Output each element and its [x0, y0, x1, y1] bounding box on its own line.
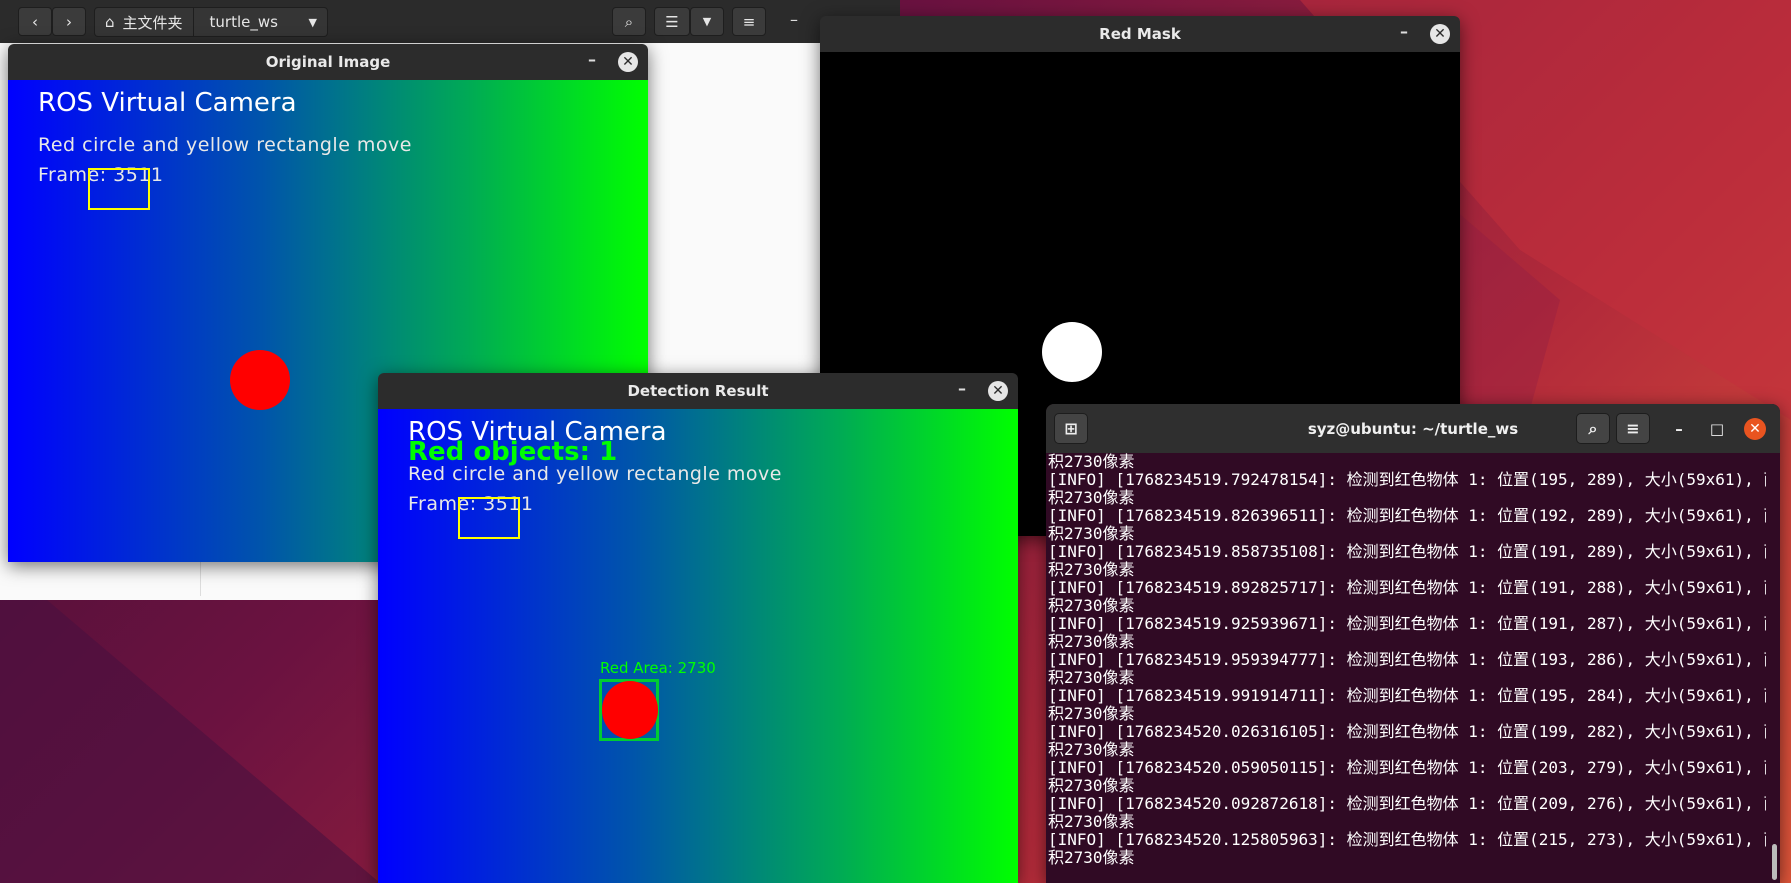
original-titlebar: Original Image – ✕ [8, 44, 648, 80]
terminal-line: [INFO] [1768234520.092872618]: 检测到红色物体 1… [1048, 794, 1766, 813]
close-button[interactable]: ✕ [618, 52, 638, 72]
yellow-rectangle [458, 497, 520, 539]
file-manager-sidebar [10, 560, 201, 596]
dropdown-arrow-icon: ▼ [308, 15, 317, 29]
path-home-button[interactable]: ⌂ 主文件夹 [95, 8, 193, 36]
red-area-label: Red Area: 2730 [600, 659, 716, 677]
terminal-line: 积2730像素 [1048, 812, 1135, 831]
terminal-line: 积2730像素 [1048, 740, 1135, 759]
terminal-line: [INFO] [1768234519.792478154]: 检测到红色物体 1… [1048, 470, 1766, 489]
list-icon: ☰ [665, 12, 679, 31]
maximize-button[interactable]: □ [1706, 418, 1728, 440]
terminal-title: syz@ubuntu: ~/turtle_ws [1307, 419, 1519, 438]
camera-title-text: ROS Virtual Camera [38, 88, 297, 118]
camera-subtitle-text: Red circle and yellow rectangle move [38, 134, 412, 156]
terminal-line: [INFO] [1768234520.026316105]: 检测到红色物体 1… [1048, 722, 1766, 741]
close-button[interactable]: ✕ [988, 381, 1008, 401]
minimize-button[interactable]: – [1668, 418, 1690, 440]
terminal-line: 积2730像素 [1048, 632, 1135, 651]
new-tab-button[interactable]: ⊞ [1054, 413, 1088, 444]
search-icon: ⌕ [1588, 418, 1598, 438]
terminal-line: 积2730像素 [1048, 776, 1135, 795]
terminal-line: 积2730像素 [1048, 453, 1135, 471]
minimize-button[interactable]: – [1394, 24, 1414, 44]
minimize-button[interactable]: – [790, 10, 798, 29]
path-folder-label: turtle_ws [209, 13, 278, 31]
close-button[interactable]: ✕ [1744, 418, 1766, 440]
terminal-line: [INFO] [1768234519.959394777]: 检测到红色物体 1… [1048, 650, 1766, 669]
hamburger-icon: ≡ [742, 12, 756, 31]
red-circle [230, 350, 290, 410]
detection-titlebar: Detection Result – ✕ [378, 373, 1018, 409]
close-icon: ✕ [1749, 421, 1761, 437]
terminal-menu-button[interactable]: ≡ [1616, 413, 1650, 444]
detection-image: ROS Virtual Camera Red objects: 1 Red ci… [378, 409, 1018, 883]
path-folder-button[interactable]: turtle_ws ▼ [192, 8, 327, 36]
window-title: Red Mask [1099, 25, 1181, 43]
terminal-line: 积2730像素 [1048, 488, 1135, 507]
back-button[interactable]: ‹ [18, 7, 52, 36]
window-title: Original Image [265, 53, 391, 71]
forward-button[interactable]: › [52, 7, 86, 36]
terminal-line: [INFO] [1768234519.991914711]: 检测到红色物体 1… [1048, 686, 1766, 705]
path-bar: ⌂ 主文件夹 turtle_ws ▼ [94, 7, 328, 37]
terminal-line: [INFO] [1768234519.858735108]: 检测到红色物体 1… [1048, 542, 1766, 561]
close-icon: ✕ [1434, 26, 1446, 42]
terminal-line: 积2730像素 [1048, 848, 1135, 867]
chevron-right-icon: › [66, 12, 72, 31]
terminal-line: 积2730像素 [1048, 596, 1135, 615]
close-icon: ✕ [622, 54, 634, 70]
menu-button[interactable]: ≡ [732, 7, 766, 36]
terminal-line: 积2730像素 [1048, 560, 1135, 579]
terminal-scrollbar[interactable] [1772, 844, 1777, 880]
search-button[interactable]: ⌕ [612, 7, 646, 36]
mask-blob [1042, 322, 1102, 382]
list-view-button[interactable]: ☰ [654, 7, 690, 36]
window-title: Detection Result [627, 382, 769, 400]
detection-result-window: Detection Result – ✕ ROS Virtual Camera … [378, 373, 1018, 883]
terminal-line: 积2730像素 [1048, 704, 1135, 723]
terminal-line: 积2730像素 [1048, 668, 1135, 687]
yellow-rectangle [88, 168, 150, 210]
camera-subtitle-text: Red circle and yellow rectangle move [408, 463, 782, 485]
view-options-button[interactable]: ▼ [690, 7, 724, 36]
file-manager-headerbar: ‹ › ⌂ 主文件夹 turtle_ws ▼ ⌕ ☰ ▼ ≡ – [0, 0, 900, 43]
terminal-output[interactable]: 积2730像素 [INFO] [1768234519.792478154]: 检测… [1048, 453, 1766, 883]
terminal-line: [INFO] [1768234520.125805963]: 检测到红色物体 1… [1048, 830, 1766, 849]
terminal-search-button[interactable]: ⌕ [1576, 413, 1610, 444]
new-tab-icon: ⊞ [1064, 419, 1078, 438]
terminal-line: [INFO] [1768234519.925939671]: 检测到红色物体 1… [1048, 614, 1766, 633]
hamburger-icon: ≡ [1626, 419, 1640, 438]
chevron-down-icon: ▼ [702, 15, 712, 28]
chevron-left-icon: ‹ [32, 12, 38, 31]
terminal-titlebar: ⊞ syz@ubuntu: ~/turtle_ws ⌕ ≡ – □ ✕ [1046, 404, 1780, 453]
minimize-button[interactable]: – [582, 52, 602, 72]
red-circle [602, 681, 658, 739]
path-home-label: 主文件夹 [122, 13, 183, 32]
close-button[interactable]: ✕ [1430, 24, 1450, 44]
minimize-button[interactable]: – [952, 381, 972, 401]
search-icon: ⌕ [624, 12, 634, 31]
terminal-line: [INFO] [1768234519.892825717]: 检测到红色物体 1… [1048, 578, 1766, 597]
terminal-line: [INFO] [1768234519.826396511]: 检测到红色物体 1… [1048, 506, 1766, 525]
mask-titlebar: Red Mask – ✕ [820, 16, 1460, 52]
terminal-line: 积2730像素 [1048, 524, 1135, 543]
close-icon: ✕ [992, 383, 1004, 399]
terminal-line: [INFO] [1768234520.059050115]: 检测到红色物体 1… [1048, 758, 1766, 777]
terminal-window: ⊞ syz@ubuntu: ~/turtle_ws ⌕ ≡ – □ ✕ 积273… [1046, 404, 1780, 883]
home-icon: ⌂ [105, 13, 115, 31]
